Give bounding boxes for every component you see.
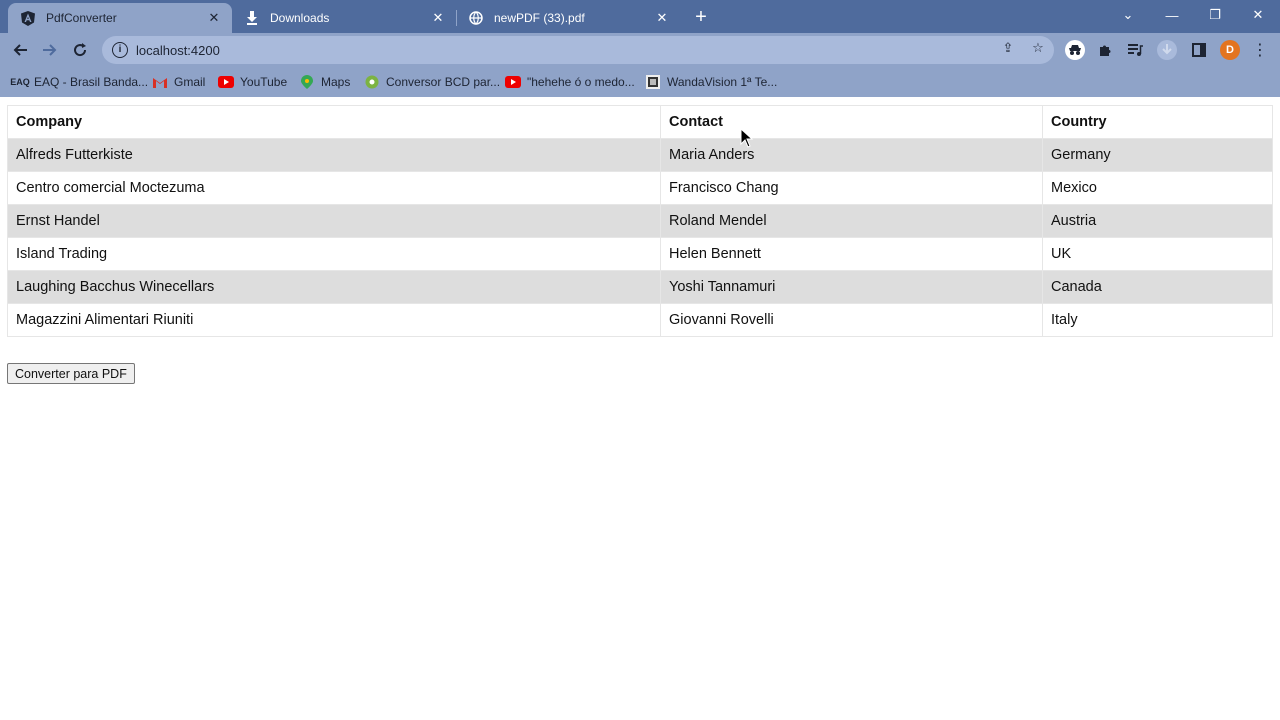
bookmark-conversor[interactable]: Conversor BCD par...: [364, 72, 500, 92]
header-country: Country: [1042, 105, 1273, 139]
bookmarks-bar: EAQ EAQ - Brasil Banda... Gmail YouTube …: [0, 67, 1280, 97]
page-content: Company Contact Country Alfreds Futterki…: [0, 97, 1280, 720]
cell-contact: Francisco Chang: [660, 171, 1043, 205]
mouse-cursor-icon: [740, 128, 754, 148]
film-icon: [645, 74, 661, 90]
minimize-button[interactable]: —: [1150, 0, 1194, 30]
download-icon: [244, 10, 260, 26]
forward-arrow-icon: [43, 44, 57, 56]
tab-title: PdfConverter: [46, 11, 117, 25]
bookmark-eaq[interactable]: EAQ EAQ - Brasil Banda...: [10, 72, 149, 92]
youtube-icon: [218, 74, 234, 90]
share-icon[interactable]: ⇪: [999, 39, 1017, 57]
cell-country: Mexico: [1042, 171, 1273, 205]
cell-company: Alfreds Futterkiste: [7, 138, 661, 172]
download-indicator-icon[interactable]: [1157, 40, 1177, 60]
browser-chrome: PdfConverter ✕ Downloads ✕ newPDF (33).p…: [0, 0, 1280, 97]
bookmark-youtube[interactable]: YouTube: [218, 72, 287, 92]
forward-button[interactable]: [38, 38, 62, 62]
tab-pdfconverter[interactable]: PdfConverter ✕: [8, 3, 232, 33]
extension-spy-icon[interactable]: [1065, 40, 1085, 60]
cell-country: Italy: [1042, 303, 1273, 337]
browser-toolbar: i localhost:4200 ⇪ ☆ D ⋮: [0, 33, 1280, 67]
converter-icon: [364, 74, 380, 90]
cell-contact: Roland Mendel: [660, 204, 1043, 238]
customers-table: Company Contact Country Alfreds Futterki…: [7, 105, 1273, 337]
cell-company: Laughing Bacchus Winecellars: [7, 270, 661, 304]
eaq-icon: EAQ: [10, 77, 30, 87]
bookmark-label: "hehehe ó o medo...: [527, 75, 635, 89]
new-tab-button[interactable]: +: [690, 6, 712, 28]
close-icon[interactable]: ✕: [430, 10, 446, 26]
cell-company: Ernst Handel: [7, 204, 661, 238]
cell-contact: Giovanni Rovelli: [660, 303, 1043, 337]
youtube-icon: [505, 74, 521, 90]
table-row: Centro comercial Moctezuma Francisco Cha…: [7, 171, 1273, 205]
cell-country: Austria: [1042, 204, 1273, 238]
tab-newpdf[interactable]: newPDF (33).pdf ✕: [456, 3, 680, 33]
profile-avatar[interactable]: D: [1220, 40, 1240, 60]
cell-contact: Helen Bennett: [660, 237, 1043, 271]
table-row: Laughing Bacchus Winecellars Yoshi Tanna…: [7, 270, 1273, 304]
cell-company: Centro comercial Moctezuma: [7, 171, 661, 205]
close-icon[interactable]: ✕: [206, 10, 222, 26]
media-queue-icon[interactable]: [1125, 40, 1145, 60]
tab-search-icon[interactable]: ⌄: [1106, 0, 1150, 30]
cell-country: UK: [1042, 237, 1273, 271]
reload-icon: [74, 43, 87, 57]
bookmark-star-icon[interactable]: ☆: [1029, 39, 1047, 57]
menu-kebab-icon[interactable]: ⋮: [1250, 40, 1270, 60]
restore-button[interactable]: ❐: [1193, 0, 1237, 30]
bookmark-label: Gmail: [174, 75, 206, 89]
address-url: localhost:4200: [136, 42, 220, 58]
tab-title: newPDF (33).pdf: [494, 11, 585, 25]
close-window-button[interactable]: ✕: [1236, 0, 1280, 30]
cell-company: Island Trading: [7, 237, 661, 271]
table-row: Island Trading Helen Bennett UK: [7, 237, 1273, 271]
back-arrow-icon: [13, 44, 27, 56]
bookmark-label: EAQ - Brasil Banda...: [34, 75, 149, 89]
convert-to-pdf-button[interactable]: Converter para PDF: [7, 363, 135, 384]
close-icon[interactable]: ✕: [654, 10, 670, 26]
bookmark-hehehe[interactable]: "hehehe ó o medo...: [505, 72, 635, 92]
cell-country: Canada: [1042, 270, 1273, 304]
puzzle-icon[interactable]: [1095, 40, 1115, 60]
bookmark-label: Conversor BCD par...: [386, 75, 501, 89]
bookmark-maps[interactable]: Maps: [299, 72, 350, 92]
site-info-icon[interactable]: i: [112, 42, 128, 58]
table-header-row: Company Contact Country: [7, 105, 1273, 139]
cell-contact: Yoshi Tannamuri: [660, 270, 1043, 304]
cell-company: Magazzini Alimentari Riuniti: [7, 303, 661, 337]
cell-country: Germany: [1042, 138, 1273, 172]
header-company: Company: [7, 105, 661, 139]
bookmark-label: YouTube: [240, 75, 288, 89]
gmail-icon: [152, 74, 168, 90]
globe-icon: [468, 10, 484, 26]
table-row: Magazzini Alimentari Riuniti Giovanni Ro…: [7, 303, 1273, 337]
back-button[interactable]: [8, 38, 32, 62]
header-contact: Contact: [660, 105, 1043, 139]
side-panel-icon[interactable]: [1189, 40, 1209, 60]
tab-downloads[interactable]: Downloads ✕: [232, 3, 456, 33]
maps-icon: [299, 74, 315, 90]
cell-contact: Maria Anders: [660, 138, 1043, 172]
reload-button[interactable]: [68, 38, 92, 62]
bookmark-label: Maps: [321, 75, 351, 89]
bookmark-wandavision[interactable]: WandaVision 1ª Te...: [645, 72, 777, 92]
table-row: Ernst Handel Roland Mendel Austria: [7, 204, 1273, 238]
angular-icon: [20, 10, 36, 26]
table-row: Alfreds Futterkiste Maria Anders Germany: [7, 138, 1273, 172]
tab-strip: PdfConverter ✕ Downloads ✕ newPDF (33).p…: [0, 0, 1280, 33]
bookmark-label: WandaVision 1ª Te...: [667, 75, 778, 89]
tab-title: Downloads: [270, 11, 330, 25]
bookmark-gmail[interactable]: Gmail: [152, 72, 205, 92]
address-bar[interactable]: i localhost:4200: [102, 36, 1054, 64]
